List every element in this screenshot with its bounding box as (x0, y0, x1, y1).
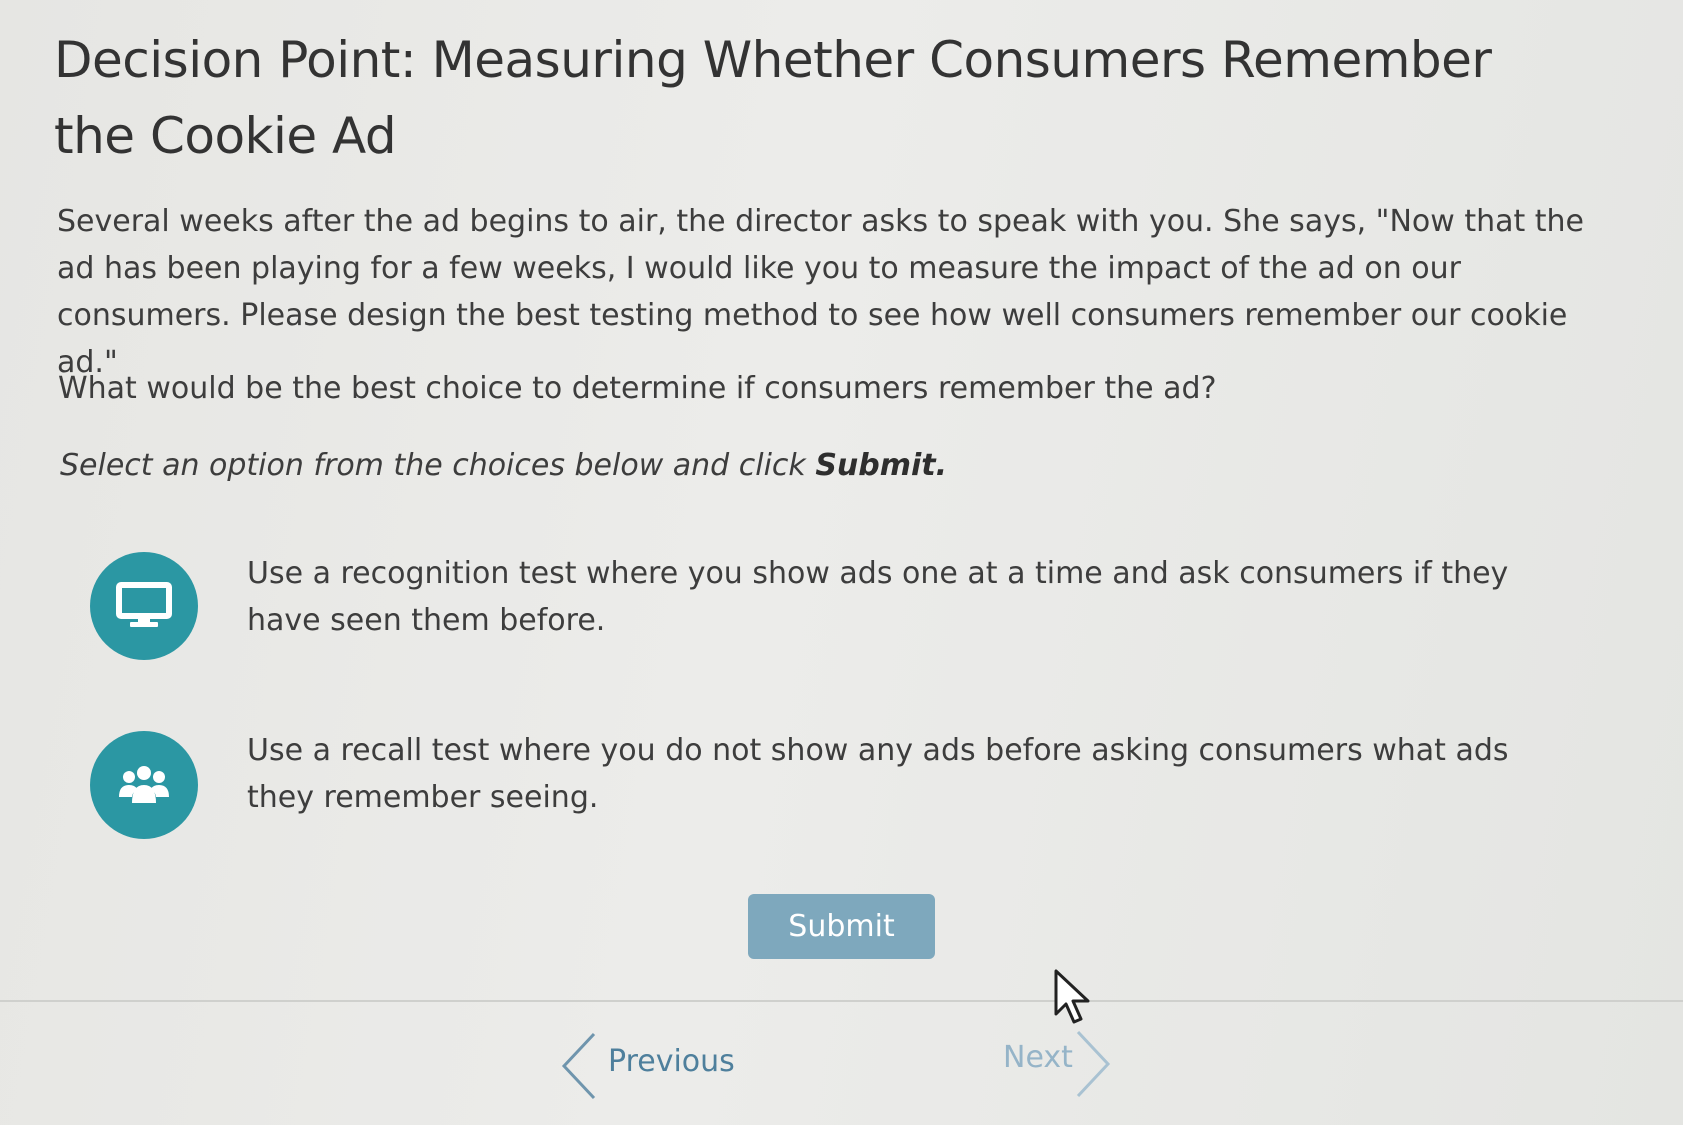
option-text: Use a recognition test where you show ad… (247, 556, 1509, 638)
page-title: Decision Point: Measuring Whether Consum… (54, 31, 1492, 165)
mouse-pointer-icon (1054, 969, 1090, 1024)
previous-button[interactable]: Previous (560, 1030, 760, 1102)
option-icon-circle[interactable] (90, 731, 198, 839)
next-button[interactable]: Next (1000, 1028, 1120, 1100)
question-text: What would be the best choice to determi… (58, 371, 1217, 406)
option-icon-circle[interactable] (90, 552, 198, 660)
option-text: Use a recall test where you do not show … (247, 733, 1509, 815)
group-icon (119, 766, 169, 803)
option-recognition-test[interactable]: Use a recognition test where you show ad… (90, 552, 1590, 672)
decision-point-page: Decision Point: Measuring Whether Consum… (0, 0, 1683, 1125)
instruction-emphasis: Submit. (815, 448, 948, 483)
divider (0, 1000, 1683, 1002)
submit-button[interactable]: Submit (748, 894, 935, 959)
instruction-prefix: Select an option from the choices below … (60, 448, 816, 483)
monitor-icon (116, 582, 172, 627)
scenario-text: Several weeks after the ad begins to air… (57, 204, 1585, 380)
chevron-left-icon (561, 1032, 596, 1100)
instruction-text: Select an option from the choices below … (60, 442, 1560, 489)
next-label: Next (1003, 1040, 1073, 1075)
option-recall-test[interactable]: Use a recall test where you do not show … (90, 731, 1590, 851)
chevron-right-icon (1076, 1030, 1111, 1098)
previous-label: Previous (608, 1044, 735, 1079)
